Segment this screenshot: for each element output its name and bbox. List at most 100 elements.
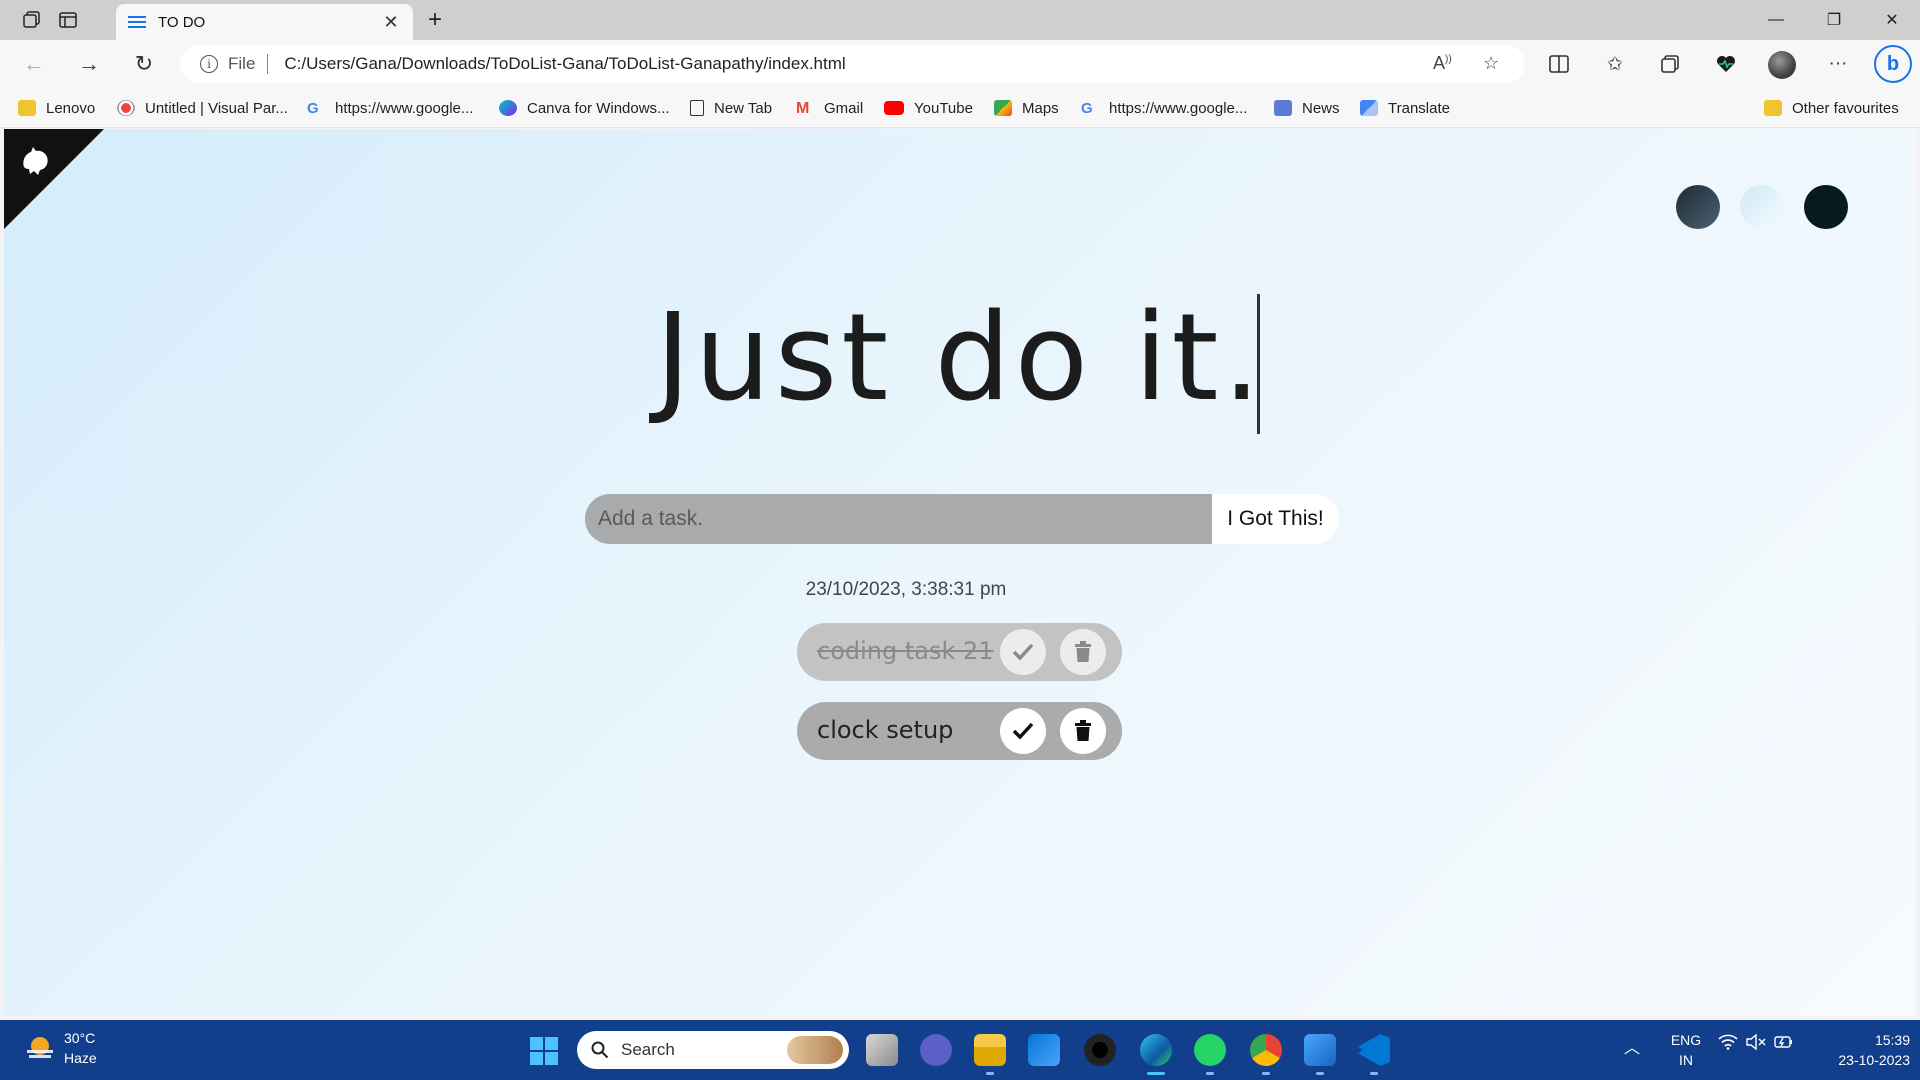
translate-icon [1360, 100, 1378, 116]
canva-icon [499, 100, 517, 116]
search-label: Search [621, 1040, 675, 1059]
bookmark-label: https://www.google... [335, 99, 474, 117]
check-icon [1012, 722, 1034, 740]
taskbar-search[interactable]: Search [577, 1031, 849, 1069]
theme-dark-button[interactable] [1676, 185, 1720, 229]
gmail-icon: M [796, 100, 810, 117]
bing-copilot-icon[interactable]: b [1874, 45, 1912, 83]
tab-actions-icon[interactable] [52, 6, 84, 34]
navigation-bar: ← → ↻ i File C:/Users/Gana/Downloads/ToD… [0, 40, 1920, 88]
running-indicator [1316, 1072, 1324, 1075]
bookmark-label: Untitled | Visual Par... [145, 99, 288, 117]
bookmark-new-tab[interactable]: New Tab [690, 98, 772, 118]
add-task-button[interactable]: I Got This! [1212, 494, 1339, 544]
clock-date: 23-10-2023 [1838, 1052, 1910, 1068]
favorites-icon[interactable]: ✩ [1600, 50, 1630, 78]
battery-charging-icon[interactable] [1774, 1034, 1794, 1053]
profile-avatar[interactable] [1768, 51, 1796, 79]
more-options-icon[interactable]: ··· [1823, 50, 1853, 78]
todo-text: clock setup [817, 716, 954, 744]
teams-chat-icon[interactable] [920, 1034, 952, 1066]
close-window-button[interactable]: ✕ [1864, 0, 1920, 40]
edge-browser-icon[interactable] [1140, 1034, 1172, 1066]
weather-temperature[interactable]: 30°C [64, 1030, 95, 1046]
list-icon [128, 13, 146, 31]
close-tab-icon[interactable]: ✕ [381, 12, 401, 33]
delete-button[interactable] [1060, 629, 1106, 675]
collections-icon[interactable] [1655, 50, 1685, 78]
youtube-icon [884, 101, 904, 115]
octocat-icon[interactable] [16, 141, 56, 181]
vscode-icon[interactable] [1358, 1034, 1390, 1066]
tab-strip: TO DO ✕ + — ❐ ✕ [0, 0, 1920, 40]
bookmarks-bar: Lenovo Untitled | Visual Par... G https:… [0, 88, 1920, 128]
weather-haze-icon[interactable] [24, 1034, 56, 1064]
language-code: ENG [1670, 1032, 1702, 1048]
todo-item: clock setup [797, 702, 1122, 760]
theme-darker-button[interactable] [1804, 185, 1848, 229]
refresh-button[interactable]: ↻ [126, 48, 162, 80]
bookmark-label: New Tab [714, 99, 773, 117]
split-screen-icon[interactable] [1544, 50, 1574, 78]
volume-muted-icon[interactable] [1746, 1033, 1766, 1053]
favorite-star-icon[interactable]: ☆ [1483, 53, 1499, 74]
bookmark-label: Other favourites [1792, 99, 1899, 117]
read-aloud-icon[interactable]: A)) [1433, 53, 1452, 74]
bookmark-google-2[interactable]: G https://www.google... [1081, 98, 1247, 118]
bookmark-youtube[interactable]: YouTube [884, 98, 973, 118]
bookmark-google-1[interactable]: G https://www.google... [307, 98, 473, 118]
bookmark-canva[interactable]: Canva for Windows... [499, 98, 670, 118]
wifi-icon[interactable] [1718, 1034, 1738, 1053]
url-text[interactable]: C:/Users/Gana/Downloads/ToDoList-Gana/To… [284, 54, 1525, 74]
tab-title: TO DO [158, 13, 206, 31]
todo-text: coding task 21 [817, 637, 994, 665]
bookmark-translate[interactable]: Translate [1360, 98, 1450, 118]
bookmark-gmail[interactable]: M Gmail [796, 98, 863, 118]
workspaces-icon[interactable] [16, 6, 48, 34]
browser-essentials-icon[interactable] [1711, 50, 1741, 78]
chrome-icon[interactable] [1250, 1034, 1282, 1066]
trash-icon [1075, 720, 1091, 741]
running-indicator [1262, 1072, 1270, 1075]
clock-time: 15:39 [1874, 1032, 1910, 1048]
google-icon: G [307, 100, 319, 117]
folder-icon [1764, 100, 1782, 116]
language-indicator[interactable]: ENG IN [1666, 1030, 1706, 1070]
running-indicator [1370, 1072, 1378, 1075]
chevron-up-icon[interactable]: ︿ [1624, 1034, 1640, 1058]
bookmark-visual-paradigm[interactable]: Untitled | Visual Par... [117, 98, 288, 118]
restore-button[interactable]: ❐ [1806, 0, 1862, 40]
datetime-display: 23/10/2023, 3:38:31 pm [805, 579, 1007, 600]
delete-button[interactable] [1060, 708, 1106, 754]
settings-gear-icon[interactable] [1084, 1034, 1116, 1066]
search-highlight-image [787, 1036, 843, 1064]
address-bar[interactable]: i File C:/Users/Gana/Downloads/ToDoList-… [180, 45, 1525, 83]
taskbar: 30°C Haze Search ︿ ENG IN 15:39 23-10-20… [0, 1020, 1920, 1080]
back-button[interactable]: ← [16, 48, 52, 80]
bookmark-other-favourites[interactable]: Other favourites [1764, 98, 1899, 118]
bookmark-lenovo[interactable]: Lenovo [18, 98, 95, 118]
new-tab-button[interactable]: + [420, 6, 450, 34]
complete-button[interactable] [1000, 629, 1046, 675]
info-icon[interactable]: i [200, 55, 218, 73]
file-explorer-icon[interactable] [974, 1034, 1006, 1066]
task-view-icon[interactable] [866, 1034, 898, 1066]
photos-icon[interactable] [1304, 1034, 1336, 1066]
whatsapp-icon[interactable] [1194, 1034, 1226, 1066]
minimize-button[interactable]: — [1748, 0, 1804, 40]
forward-button[interactable]: → [71, 48, 107, 80]
system-clock[interactable]: 15:39 23-10-2023 [1800, 1030, 1910, 1070]
bookmark-maps[interactable]: Maps [994, 98, 1059, 118]
complete-button[interactable] [1000, 708, 1046, 754]
bookmark-label: Gmail [824, 99, 864, 117]
scheme-label: File [228, 54, 256, 73]
tab-todo[interactable]: TO DO ✕ [116, 4, 413, 40]
bookmark-label: YouTube [914, 99, 973, 117]
microsoft-store-icon[interactable] [1028, 1034, 1060, 1066]
start-button[interactable] [530, 1037, 558, 1065]
theme-light-button[interactable] [1740, 185, 1784, 229]
search-icon [591, 1041, 609, 1059]
bookmark-news[interactable]: News [1274, 98, 1340, 118]
weather-description[interactable]: Haze [64, 1050, 97, 1066]
task-input[interactable] [585, 494, 1212, 544]
